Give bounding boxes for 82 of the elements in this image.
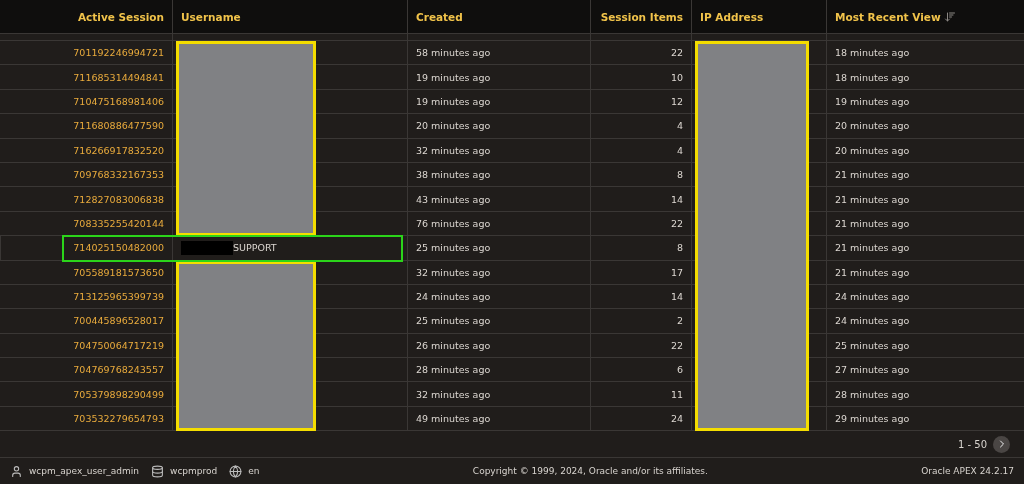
- database-icon: [151, 464, 165, 478]
- session-items-count: 4: [676, 144, 683, 156]
- session-link[interactable]: 709768332167353: [73, 169, 164, 181]
- session-link[interactable]: 711685314494841: [73, 71, 164, 83]
- created-text: 28 minutes ago: [416, 364, 491, 376]
- created-text: 26 minutes ago: [416, 339, 491, 351]
- column-header[interactable]: IP Address: [700, 10, 764, 23]
- session-items-count: 14: [670, 291, 683, 303]
- session-items-count: 12: [670, 95, 683, 107]
- recent-view-text: 21 minutes ago: [835, 193, 910, 205]
- created-text: 19 minutes ago: [416, 71, 491, 83]
- recent-view-text: 20 minutes ago: [835, 144, 910, 156]
- recent-view-text: 25 minutes ago: [835, 339, 910, 351]
- created-text: 32 minutes ago: [416, 266, 491, 278]
- session-items-count: 22: [670, 217, 683, 229]
- copyright-text: Copyright © 1999, 2024, Oracle and/or its affiliates.: [472, 466, 708, 477]
- session-items-count: 10: [670, 71, 683, 83]
- session-items-count: 6: [676, 364, 683, 376]
- column-header[interactable]: Session Items: [600, 10, 683, 23]
- globe-icon: [229, 464, 243, 478]
- session-link[interactable]: 701192246994721: [73, 47, 164, 59]
- recent-view-text: 18 minutes ago: [835, 47, 910, 59]
- user-icon: [10, 464, 23, 478]
- session-items-count: 4: [676, 120, 683, 132]
- session-items-count: 8: [676, 169, 683, 181]
- created-text: 49 minutes ago: [416, 413, 491, 425]
- session-link[interactable]: 705379898290499: [73, 388, 164, 400]
- session-link[interactable]: 703532279654793: [73, 413, 164, 425]
- recent-view-text: 24 minutes ago: [835, 291, 910, 303]
- username-text: SUPPORT: [233, 242, 277, 254]
- recent-view-text: 27 minutes ago: [835, 364, 910, 376]
- session-link[interactable]: 710475168981406: [73, 95, 164, 107]
- session-items-count: 22: [670, 47, 683, 59]
- created-text: 20 minutes ago: [416, 120, 491, 132]
- created-text: 76 minutes ago: [416, 217, 491, 229]
- recent-view-text: 21 minutes ago: [835, 266, 910, 278]
- created-text: 32 minutes ago: [416, 144, 491, 156]
- session-link[interactable]: 704769768243557: [73, 364, 164, 376]
- version-text: Oracle APEX 24.2.17: [921, 466, 1014, 477]
- sort-descending-icon[interactable]: [943, 10, 956, 23]
- recent-view-text: 19 minutes ago: [835, 95, 910, 107]
- created-text: 32 minutes ago: [416, 388, 491, 400]
- session-link[interactable]: 714025150482000: [73, 242, 164, 254]
- session-link[interactable]: 712827083006838: [73, 193, 164, 205]
- recent-view-text: 21 minutes ago: [835, 242, 910, 254]
- username-label: wcpm_apex_user_admin: [29, 466, 140, 477]
- session-link[interactable]: 711680886477590: [73, 120, 164, 132]
- column-header[interactable]: Username: [181, 10, 241, 23]
- recent-view-text: 29 minutes ago: [835, 413, 910, 425]
- column-header[interactable]: Created: [416, 10, 463, 23]
- session-items-count: 11: [670, 388, 683, 400]
- next-page-button[interactable]: [993, 435, 1010, 453]
- created-text: 19 minutes ago: [416, 95, 491, 107]
- created-text: 38 minutes ago: [416, 169, 491, 181]
- session-link[interactable]: 716266917832520: [73, 144, 164, 156]
- session-items-count: 22: [670, 339, 683, 351]
- schema-label: wcpmprod: [170, 466, 218, 477]
- session-items-count: 17: [670, 266, 683, 278]
- created-text: 25 minutes ago: [416, 242, 491, 254]
- session-link[interactable]: 700445896528017: [73, 315, 164, 327]
- session-link[interactable]: 705589181573650: [73, 266, 164, 278]
- session-items-count: 2: [676, 315, 683, 327]
- session-link[interactable]: 708335255420144: [73, 217, 164, 229]
- created-text: 58 minutes ago: [416, 47, 491, 59]
- recent-view-text: 21 minutes ago: [835, 217, 910, 229]
- session-items-count: 8: [676, 242, 683, 254]
- session-link[interactable]: 704750064717219: [73, 339, 164, 351]
- recent-view-text: 24 minutes ago: [835, 315, 910, 327]
- page-range: 1 - 50: [957, 438, 987, 450]
- recent-view-text: 21 minutes ago: [835, 169, 910, 181]
- created-text: 43 minutes ago: [416, 193, 491, 205]
- session-link[interactable]: 713125965399739: [73, 291, 164, 303]
- recent-view-text: 28 minutes ago: [835, 388, 910, 400]
- column-header[interactable]: Most Recent View: [835, 10, 941, 23]
- recent-view-text: 18 minutes ago: [835, 71, 910, 83]
- created-text: 24 minutes ago: [416, 291, 491, 303]
- session-items-count: 14: [670, 193, 683, 205]
- created-text: 25 minutes ago: [416, 315, 491, 327]
- column-header[interactable]: Active Session: [77, 10, 164, 23]
- language-label: en: [248, 466, 260, 477]
- recent-view-text: 20 minutes ago: [835, 120, 910, 132]
- session-items-count: 24: [670, 413, 683, 425]
